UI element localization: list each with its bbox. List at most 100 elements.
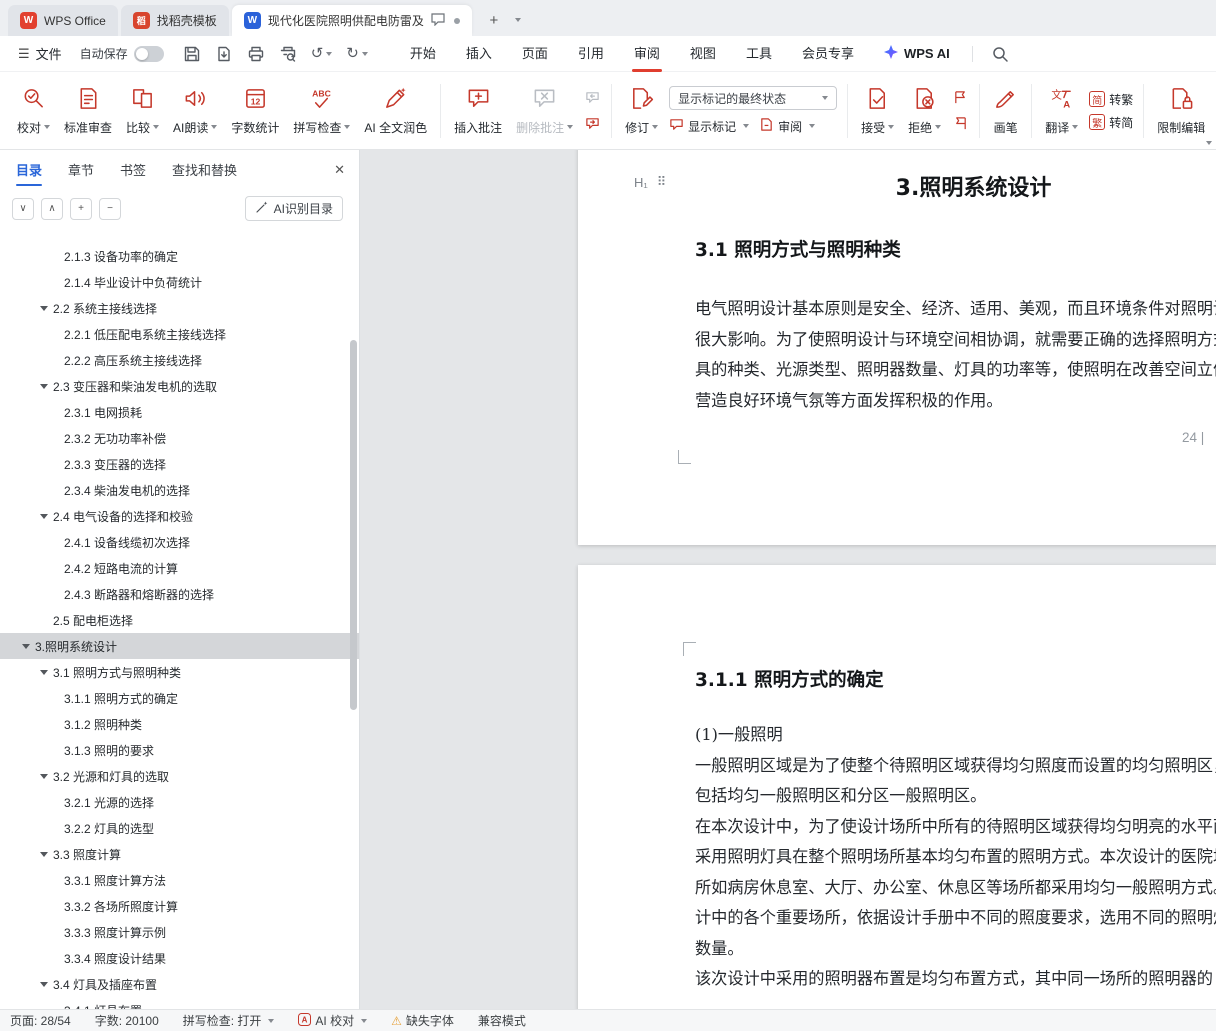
outline-item[interactable]: 2.1.3 设备功率的确定 <box>0 243 359 269</box>
outline-item[interactable]: 2.4.1 设备线缆初次选择 <box>0 529 359 555</box>
document-text-line[interactable]: 该次设计中采用的照明器布置是均匀布置方式，其中同一场所的照明器的 <box>695 964 1216 995</box>
ribbon-tab[interactable]: 页面 <box>507 36 563 72</box>
insert-comment-button[interactable]: 插入批注 <box>447 81 509 141</box>
status-spell-check[interactable]: 拼写检查: 打开 <box>183 1012 275 1029</box>
expand-arrow-icon[interactable] <box>40 512 48 520</box>
reject-button[interactable]: 拒绝 <box>901 81 948 141</box>
outline-item[interactable]: 3.3.2 各场所照度计算 <box>0 893 359 919</box>
print-preview-button[interactable] <box>274 41 302 67</box>
status-missing-font[interactable]: ⚠缺失字体 <box>391 1012 454 1029</box>
outline-item[interactable]: 3.4.1 灯具布置 <box>0 997 359 1009</box>
track-changes-button[interactable]: 修订 <box>618 81 665 141</box>
outline-item[interactable]: 3.1 照明方式与照明种类 <box>0 659 359 685</box>
promote-heading-button[interactable]: + <box>70 198 92 220</box>
ribbon-tab[interactable]: 会员专享 <box>787 36 869 72</box>
ribbon-tab[interactable]: 审阅 <box>619 36 675 72</box>
document-text-line[interactable]: 数量。 <box>695 934 1216 965</box>
proofread-button[interactable]: 校对 <box>10 81 57 141</box>
outline-item[interactable]: 3.3.4 照度设计结果 <box>0 945 359 971</box>
outline-item[interactable]: 2.3.2 无功功率补偿 <box>0 425 359 451</box>
outline-item[interactable]: 2.2.1 低压配电系统主接线选择 <box>0 321 359 347</box>
document-text-line[interactable]: 电气照明设计基本原则是安全、经济、适用、美观，而且环境条件对照明设 <box>695 294 1216 325</box>
file-menu-button[interactable]: ☰ 文件 <box>10 44 70 63</box>
collapse-outline-button[interactable]: ∨ <box>12 198 34 220</box>
restrict-edit-button[interactable]: 限制编辑 <box>1150 81 1212 141</box>
status-ai-proofread[interactable]: A AI 校对 <box>298 1012 367 1029</box>
outline-item[interactable]: 2.3.4 柴油发电机的选择 <box>0 477 359 503</box>
document-text-line[interactable]: 计中的各个重要场所，依据设计手册中不同的照度要求，选用不同的照明灯 <box>695 903 1216 934</box>
outline-item[interactable]: 2.1.4 毕业设计中负荷统计 <box>0 269 359 295</box>
outline-item[interactable]: 2.4.2 短路电流的计算 <box>0 555 359 581</box>
expand-arrow-icon[interactable] <box>40 980 48 988</box>
drag-handle-icon[interactable]: ⠿ <box>657 174 666 190</box>
to-simplified-button[interactable]: 繁 转简 <box>1089 114 1133 131</box>
expand-arrow-icon[interactable] <box>22 642 30 650</box>
ribbon-tab[interactable]: 工具 <box>731 36 787 72</box>
comment-bubble-icon[interactable] <box>431 13 445 29</box>
pen-button[interactable]: 画笔 <box>986 81 1025 141</box>
doc-paragraph-2[interactable]: (1)一般照明一般照明区域是为了使整个待照明区域获得均匀照度而设置的均匀照明区，… <box>695 720 1216 995</box>
outline-item[interactable]: 2.5 配电柜选择 <box>0 607 359 633</box>
doc-section-heading[interactable]: 3.1 照明方式与照明种类 <box>695 236 901 262</box>
outline-item[interactable]: 3.照明系统设计 <box>0 633 359 659</box>
next-comment-icon[interactable] <box>583 114 602 133</box>
document-text-line[interactable]: 具的种类、光源类型、照明器数量、灯具的功率等，使照明在改善空间立体 <box>695 355 1216 386</box>
outline-item[interactable]: 3.3.3 照度计算示例 <box>0 919 359 945</box>
document-text-line[interactable]: 包括均匀一般照明区和分区一般照明区。 <box>695 781 1216 812</box>
outline-item[interactable]: 2.4.3 断路器和熔断器的选择 <box>0 581 359 607</box>
ribbon-tab[interactable]: 开始 <box>395 36 451 72</box>
tab-document[interactable]: W 现代化医院照明供配电防雷及 <box>232 5 472 36</box>
status-word-count[interactable]: 字数: 20100 <box>95 1012 159 1029</box>
accept-button[interactable]: 接受 <box>854 81 901 141</box>
compare-button[interactable]: 比较 <box>119 81 166 141</box>
undo-button[interactable]: ↺ <box>306 42 338 65</box>
outline-item[interactable]: 3.1.3 照明的要求 <box>0 737 359 763</box>
search-icon[interactable] <box>987 41 1013 67</box>
doc-subsection-heading[interactable]: 3.1.1 照明方式的确定 <box>695 666 884 692</box>
tab-wps-home[interactable]: W WPS Office <box>8 5 118 36</box>
status-page[interactable]: 页面: 28/54 <box>10 1012 71 1029</box>
demote-heading-button[interactable]: − <box>99 198 121 220</box>
outline-item[interactable]: 2.3.1 电网损耗 <box>0 399 359 425</box>
expand-outline-button[interactable]: ∧ <box>41 198 63 220</box>
ai-identify-toc-button[interactable]: AI识别目录 <box>245 196 343 221</box>
doc-paragraph-1[interactable]: 电气照明设计基本原则是安全、经济、适用、美观，而且环境条件对照明设很大影响。为了… <box>695 294 1216 416</box>
document-text-line[interactable]: 采用照明灯具在整个照明场所基本均匀布置的照明方式。本次设计的医院场 <box>695 842 1216 873</box>
translate-button[interactable]: 文A 翻译 <box>1038 81 1085 141</box>
ai-read-button[interactable]: AI朗读 <box>166 81 224 141</box>
sidebar-tab[interactable]: 章节 <box>68 150 94 192</box>
expand-arrow-icon[interactable] <box>40 772 48 780</box>
close-sidebar-icon[interactable]: ✕ <box>334 162 345 178</box>
tab-list-caret[interactable] <box>507 7 527 33</box>
document-text-line[interactable]: 在本次设计中，为了使设计场所中所有的待照明区域获得均匀明亮的水平面 <box>695 812 1216 843</box>
sidebar-scrollbar[interactable] <box>350 340 357 710</box>
ribbon-tab[interactable]: 视图 <box>675 36 731 72</box>
next-change-icon[interactable] <box>951 114 970 133</box>
tab-docer-templates[interactable]: 稻 找稻壳模板 <box>121 5 229 36</box>
wps-ai-button[interactable]: WPS AI <box>883 44 950 63</box>
outline-item[interactable]: 2.4 电气设备的选择和校验 <box>0 503 359 529</box>
outline-item[interactable]: 2.2 系统主接线选择 <box>0 295 359 321</box>
heading-level-badge[interactable]: H₁ <box>634 175 648 190</box>
outline-item[interactable]: 3.2 光源和灯具的选取 <box>0 763 359 789</box>
previous-change-icon[interactable] <box>951 88 970 107</box>
previous-comment-icon[interactable] <box>583 88 602 107</box>
word-count-button[interactable]: 12 字数统计 <box>224 81 286 141</box>
ribbon-tab[interactable]: 插入 <box>451 36 507 72</box>
spell-check-button[interactable]: ABC 拼写检查 <box>286 81 357 141</box>
save-button[interactable] <box>178 41 206 67</box>
ai-polish-button[interactable]: AI 全文润色 <box>357 81 434 141</box>
document-text-line[interactable]: 一般照明区域是为了使整个待照明区域获得均匀照度而设置的均匀照明区， <box>695 751 1216 782</box>
ribbon-collapse-icon[interactable] <box>1206 141 1212 145</box>
document-canvas[interactable]: H₁ ⠿ 3.照明系统设计 3.1 照明方式与照明种类 电气照明设计基本原则是安… <box>360 150 1216 1009</box>
outline-item[interactable]: 3.3 照度计算 <box>0 841 359 867</box>
outline-item[interactable]: 3.2.2 灯具的选型 <box>0 815 359 841</box>
autosave-toggle[interactable] <box>134 46 164 62</box>
document-text-line[interactable]: 所如病房休息室、大厅、办公室、休息区等场所都采用均匀一般照明方式。 <box>695 873 1216 904</box>
review-options-button[interactable]: 审阅 <box>759 117 815 135</box>
expand-arrow-icon[interactable] <box>40 304 48 312</box>
document-text-line[interactable]: 营造良好环境气氛等方面发挥积极的作用。 <box>695 386 1216 417</box>
expand-arrow-icon[interactable] <box>40 382 48 390</box>
sidebar-tab[interactable]: 目录 <box>16 150 42 192</box>
outline-item[interactable]: 3.2.1 光源的选择 <box>0 789 359 815</box>
